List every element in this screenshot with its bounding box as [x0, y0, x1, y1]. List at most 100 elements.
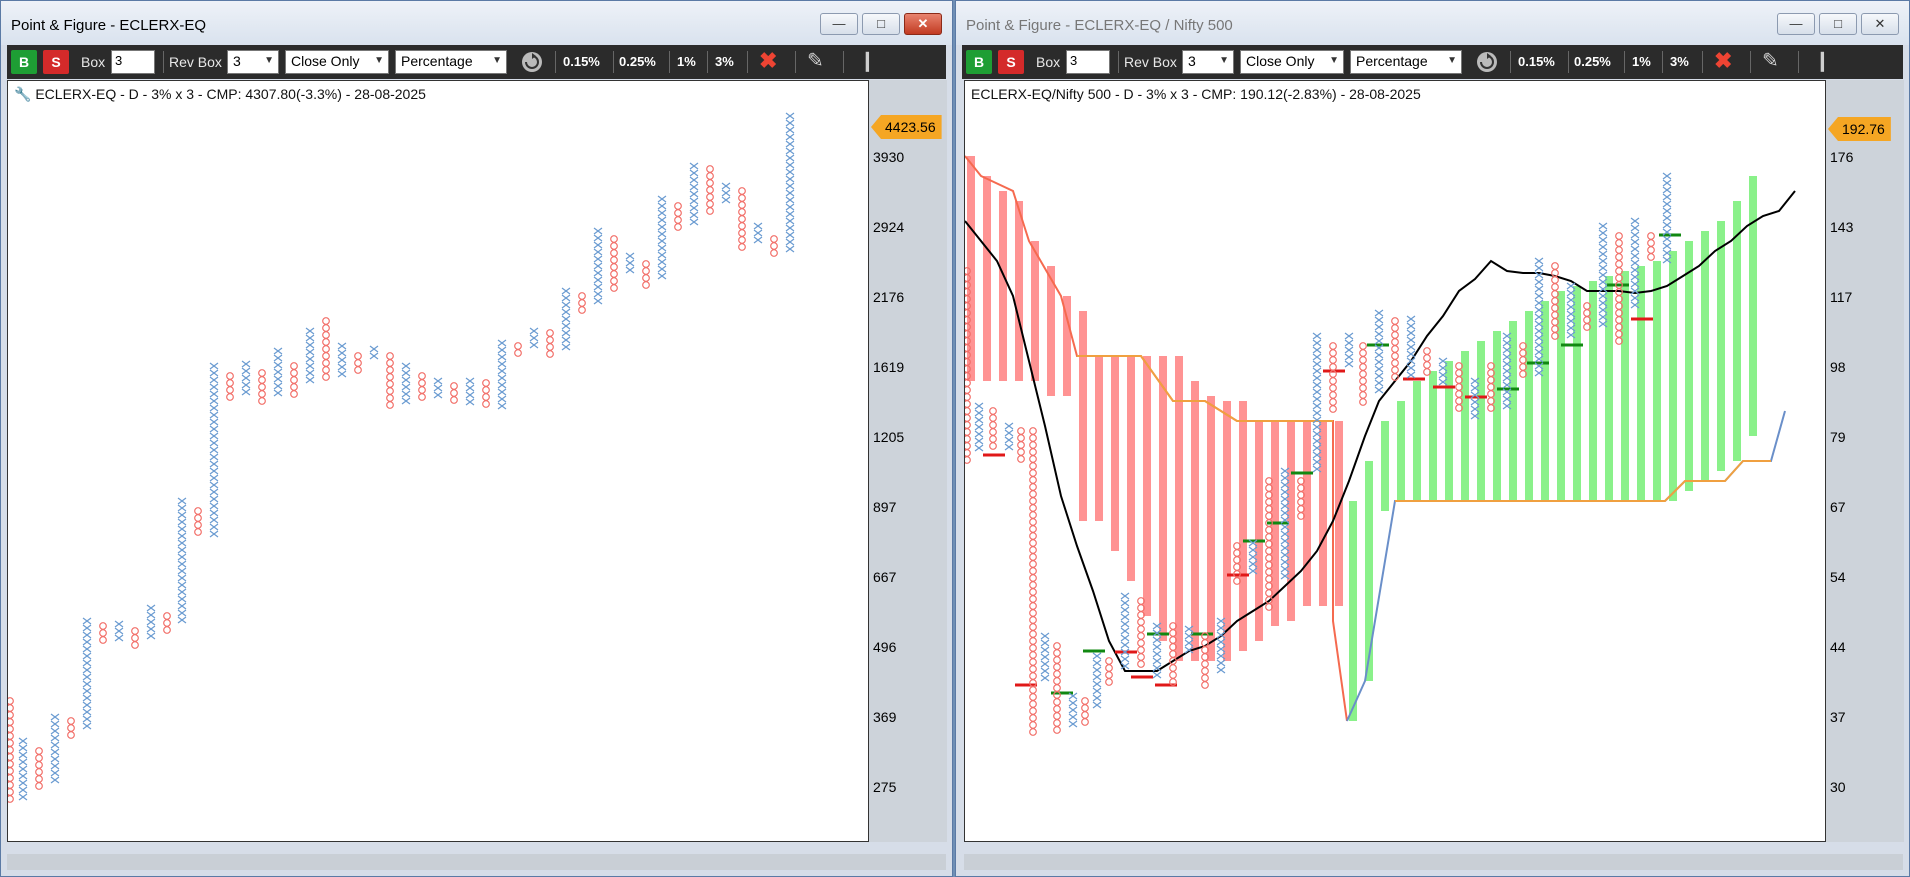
bullish-cloud-bar: [1397, 401, 1405, 501]
scale-mode-select[interactable]: Percentage ▼: [395, 50, 507, 74]
rev-box-value: 3: [233, 53, 241, 69]
preset-1-button[interactable]: 1%: [1632, 50, 1651, 74]
o-column: [258, 369, 266, 405]
minimize-button[interactable]: —: [1777, 13, 1815, 35]
sell-button[interactable]: S: [998, 50, 1024, 74]
o-column: [354, 352, 362, 374]
price-mode-select[interactable]: Close Only ▼: [285, 50, 389, 74]
draw-button[interactable]: ✎: [807, 50, 824, 74]
bullish-cloud-bar: [1541, 301, 1549, 501]
x-column: [369, 345, 379, 360]
close-x-icon: ✖: [759, 48, 778, 73]
rev-box-select[interactable]: 3 ▼: [227, 50, 279, 74]
o-column: [1029, 427, 1037, 736]
preset-3-button[interactable]: 3%: [1670, 50, 1689, 74]
price-mode-select[interactable]: Close Only ▼: [1240, 50, 1344, 74]
preset-0-15-button[interactable]: 0.15%: [1518, 50, 1555, 74]
price-axis[interactable]: 176 143 117 98 79 67 54 44 37 30: [1826, 80, 1904, 842]
price-axis[interactable]: 3930 2924 2176 1619 1205 897 667 496 369 275: [869, 80, 947, 842]
x-column: [593, 227, 603, 305]
window-title: Point & Figure - ECLERX-EQ: [11, 17, 207, 34]
maximize-button[interactable]: □: [1819, 13, 1857, 35]
bullish-cloud-bar: [1525, 311, 1533, 501]
pnf-chart-area[interactable]: ECLERX-EQ/Nifty 500 - D - 3% x 3 - CMP: …: [964, 80, 1826, 842]
horizontal-scrollbar[interactable]: [964, 854, 1903, 870]
x-column: [625, 252, 635, 274]
x-column: [785, 112, 795, 253]
o-column: [610, 235, 618, 292]
preset-0-15-button[interactable]: 0.15%: [563, 50, 600, 74]
pnf-window-stock: Point & Figure - ECLERX-EQ — □ ✕ B S Box…: [0, 0, 953, 877]
clear-button[interactable]: ✖: [759, 50, 777, 74]
sell-button[interactable]: S: [43, 50, 69, 74]
o-column: [35, 747, 43, 790]
preset-0-25-button[interactable]: 0.25%: [1574, 50, 1611, 74]
price-mode-value: Close Only: [291, 53, 360, 69]
bearish-cloud-bar: [1015, 201, 1023, 381]
clear-button[interactable]: ✖: [1714, 50, 1732, 74]
x-column: [753, 222, 763, 244]
chart-toolbar: B S Box 3 Rev Box 3 ▼ Close Only ▼ Percent…: [962, 45, 1903, 117]
x-column: [974, 402, 984, 452]
x-column: [1598, 222, 1608, 328]
pin-button[interactable]: ❙: [1814, 50, 1831, 74]
close-window-button[interactable]: ✕: [1861, 13, 1899, 35]
bullish-cloud-bar: [1477, 341, 1485, 501]
price-tick-label: 44: [1830, 639, 1846, 655]
chevron-down-icon: ▼: [374, 55, 384, 66]
maximize-button[interactable]: □: [862, 13, 900, 35]
scale-mode-select[interactable]: Percentage ▼: [1350, 50, 1462, 74]
price-tick-label: 143: [1830, 219, 1854, 235]
o-column: [1081, 697, 1089, 726]
x-column: [657, 195, 667, 280]
chart-toolbar: B S Box 3 Rev Box 3 ▼ Close Only ▼ Percent…: [7, 45, 946, 117]
o-column: [226, 372, 234, 401]
pnf-chart-area[interactable]: 🔧 ECLERX-EQ - D - 3% x 3 - CMP: 4307.80(…: [7, 80, 869, 842]
close-window-button[interactable]: ✕: [904, 13, 942, 35]
x-column: [146, 604, 156, 640]
draw-button[interactable]: ✎: [1762, 50, 1779, 74]
o-column: [194, 507, 202, 536]
pin-button[interactable]: ❙: [859, 50, 876, 74]
horizontal-scrollbar[interactable]: [7, 854, 946, 870]
x-column: [561, 287, 571, 351]
refresh-icon: [522, 52, 542, 72]
x-column: [529, 327, 539, 349]
box-size-input[interactable]: 3: [1066, 50, 1110, 74]
x-column: [209, 362, 219, 538]
title-bar[interactable]: Point & Figure - ECLERX-EQ / Nifty 500 —…: [956, 1, 1909, 45]
price-tick-label: 30: [1830, 779, 1846, 795]
chevron-down-icon: ▼: [264, 55, 274, 66]
price-mode-value: Close Only: [1246, 53, 1315, 69]
minimize-button[interactable]: —: [820, 13, 858, 35]
buy-button[interactable]: B: [966, 50, 992, 74]
title-bar[interactable]: Point & Figure - ECLERX-EQ — □ ✕: [1, 1, 952, 45]
bearish-cloud-bar: [1111, 356, 1119, 551]
x-column: [1040, 632, 1050, 682]
reset-button[interactable]: [519, 50, 545, 74]
price-tick-label: 117: [1830, 289, 1853, 305]
o-column: [642, 260, 650, 289]
pnf-chart-svg: [965, 155, 1796, 736]
o-column: [386, 352, 394, 409]
bullish-cloud-bar: [1669, 251, 1677, 501]
bearish-cloud-bar: [1303, 421, 1311, 606]
o-column: [1017, 427, 1025, 463]
buy-button[interactable]: B: [11, 50, 37, 74]
scale-mode-value: Percentage: [1356, 53, 1428, 69]
box-size-input[interactable]: 3: [111, 50, 155, 74]
reset-button[interactable]: [1474, 50, 1500, 74]
bullish-cloud-bar: [1605, 276, 1613, 501]
x-column: [82, 617, 92, 730]
x-column: [689, 162, 699, 226]
rev-box-value: 3: [1188, 53, 1196, 69]
bullish-cloud-bar: [1429, 371, 1437, 501]
x-column: [1152, 622, 1162, 679]
preset-1-button[interactable]: 1%: [677, 50, 696, 74]
preset-3-button[interactable]: 3%: [715, 50, 734, 74]
preset-0-25-button[interactable]: 0.25%: [619, 50, 656, 74]
chevron-down-icon: ▼: [1329, 55, 1339, 66]
o-column: [99, 622, 107, 644]
rev-box-select[interactable]: 3 ▼: [1182, 50, 1234, 74]
price-tick-label: 37: [1830, 709, 1846, 725]
